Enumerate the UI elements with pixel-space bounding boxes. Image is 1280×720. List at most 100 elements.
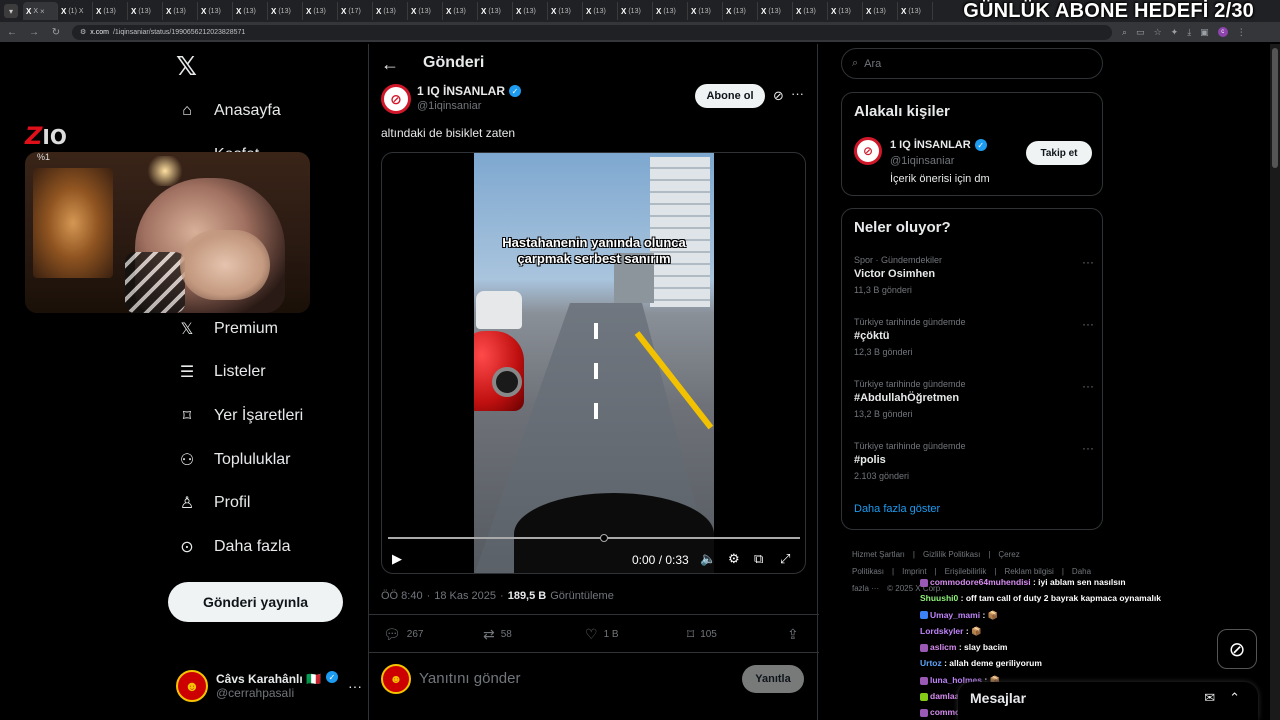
reply-action[interactable]: 💬︎ 267 xyxy=(383,626,423,643)
url-field[interactable]: ⚙ x.com/1iqinsaniar/status/1990656212023… xyxy=(72,24,1112,40)
show-more-link[interactable]: Daha fazla göster xyxy=(854,503,940,515)
browser-tab[interactable]: X (13) xyxy=(898,2,933,20)
browser-tab[interactable]: X (13) xyxy=(233,2,268,20)
browser-tab[interactable]: X (13) xyxy=(688,2,723,20)
browser-tab[interactable]: X (13) xyxy=(758,2,793,20)
page-scrollbar[interactable] xyxy=(1270,44,1280,720)
back-arrow-icon[interactable]: ← xyxy=(381,54,399,75)
star-icon[interactable]: ☆ xyxy=(1154,27,1162,38)
reload-icon[interactable]: ↻ xyxy=(50,27,62,38)
author-avatar[interactable]: ⊘ xyxy=(381,84,411,114)
repost-action[interactable]: ⇄ 58 xyxy=(483,626,512,643)
search-icon: ⌕ xyxy=(852,57,859,69)
reply-button[interactable]: Yanıtla xyxy=(742,665,804,693)
download-icon[interactable]: ⤓ xyxy=(1187,27,1191,38)
related-handle[interactable]: @1iqinsaniar xyxy=(890,155,954,167)
browser-tab[interactable]: X (13) xyxy=(828,2,863,20)
browser-tab[interactable]: X (13) xyxy=(863,2,898,20)
browser-tab[interactable]: X (13) xyxy=(93,2,128,20)
tab-groups-icon[interactable]: ▣ xyxy=(1200,27,1209,38)
browser-tab[interactable]: X (13) xyxy=(583,2,618,20)
grok-fab-icon[interactable]: ⊘ xyxy=(1217,629,1257,669)
volume-icon[interactable]: 🔈 xyxy=(700,551,716,567)
trend-item[interactable]: Türkiye tarihinde gündemde #AbdullahÖğret… xyxy=(854,379,1094,419)
nav-item[interactable]: ⌑ Yer İşaretleri xyxy=(176,404,303,428)
grok-icon[interactable]: ⊘ xyxy=(773,88,784,104)
browser-tab[interactable]: X (13) xyxy=(443,2,478,20)
nav-label: Listeler xyxy=(214,363,266,380)
nav-item[interactable]: ☰ Listeler xyxy=(176,360,266,384)
trend-more-icon[interactable]: ··· xyxy=(1082,441,1094,455)
browser-tab[interactable]: X (13) xyxy=(303,2,338,20)
reply-input[interactable]: Yanıtını gönder xyxy=(419,670,520,687)
trend-item[interactable]: Türkiye tarihinde gündemde #polis 2.103 gö… xyxy=(854,441,1094,481)
zoom-icon[interactable]: ⌕ xyxy=(1122,27,1127,38)
trend-more-icon[interactable]: ··· xyxy=(1082,255,1094,269)
browser-tab[interactable]: X (13) xyxy=(723,2,758,20)
related-avatar[interactable]: ⊘ xyxy=(854,137,882,165)
profile-avatar[interactable]: c xyxy=(1217,27,1228,37)
trend-more-icon[interactable]: ··· xyxy=(1082,379,1094,393)
video-progress-bar[interactable] xyxy=(388,537,800,539)
tab-search-icon[interactable]: ▾ xyxy=(4,4,18,18)
pip-icon[interactable]: ⧉ xyxy=(754,551,763,567)
fullscreen-icon[interactable]: ⤢ xyxy=(780,551,790,567)
browser-tab[interactable]: X X × xyxy=(23,2,58,20)
browser-tab[interactable]: X (13) xyxy=(793,2,828,20)
back-icon[interactable]: ← xyxy=(6,27,18,38)
share-action[interactable]: ⇪ xyxy=(787,626,799,643)
new-message-icon[interactable]: ✉ xyxy=(1204,690,1215,706)
browser-tab[interactable]: X (13) xyxy=(408,2,443,20)
footer-link: | xyxy=(988,550,991,559)
forward-icon[interactable]: → xyxy=(28,27,40,38)
nav-item[interactable]: ⚇ Topluluklar xyxy=(176,448,291,472)
cast-icon[interactable]: ▭ xyxy=(1136,27,1145,38)
video-player[interactable]: Hastahanenin yanında olunca çarpmak serb… xyxy=(381,152,806,574)
related-name[interactable]: 1 IQ İNSANLAR ✓ xyxy=(890,139,987,151)
browser-tab[interactable]: X (1) X xyxy=(58,2,93,20)
trend-item[interactable]: Türkiye tarihinde gündemde #çöktü 12,3 B g… xyxy=(854,317,1094,357)
bookmark-action[interactable]: ⌑ 105 xyxy=(687,626,717,643)
browser-tab[interactable]: X (13) xyxy=(268,2,303,20)
extensions-icon[interactable]: ✦ xyxy=(1171,27,1179,38)
browser-tab[interactable]: X (13) xyxy=(653,2,688,20)
x-logo-icon[interactable]: 𝕏 xyxy=(176,52,197,82)
expand-icon[interactable]: ⌃ xyxy=(1229,690,1240,706)
browser-tab[interactable]: X (13) xyxy=(198,2,233,20)
trend-more-icon[interactable]: ··· xyxy=(1082,317,1094,331)
x-favicon-icon: X xyxy=(551,6,557,16)
browser-tab[interactable]: X (13) xyxy=(163,2,198,20)
browser-tab[interactable]: X (17) xyxy=(338,2,373,20)
follow-button[interactable]: Takip et xyxy=(1026,141,1092,165)
browser-tab[interactable]: X (13) xyxy=(548,2,583,20)
browser-menu-icon[interactable]: ⋮ xyxy=(1237,27,1246,38)
account-more-icon[interactable]: ··· xyxy=(348,678,362,694)
play-icon[interactable]: ▶ xyxy=(392,551,402,567)
browser-tab[interactable]: X (13) xyxy=(513,2,548,20)
video-frame[interactable]: Hastahanenin yanında olunca çarpmak serb… xyxy=(474,153,714,573)
site-info-icon[interactable]: ⚙ xyxy=(80,28,86,36)
post-more-icon[interactable]: ··· xyxy=(791,86,804,101)
video-progress-knob[interactable] xyxy=(600,534,608,542)
nav-item[interactable]: ⌂ Anasayfa xyxy=(176,99,281,123)
post-button[interactable]: Gönderi yayınla xyxy=(168,582,343,622)
account-switcher[interactable]: ☻ Câvs Karahânlı 🇮🇹 @cerrahpasaIi ✓ ··· xyxy=(176,664,366,708)
browser-tab[interactable]: X (13) xyxy=(478,2,513,20)
trend-item[interactable]: Spor · Gündemdekiler Victor Osimhen 11,3 B… xyxy=(854,255,1094,295)
messages-drawer[interactable]: Mesajlar ✉ ⌃ xyxy=(958,682,1258,720)
nav-item[interactable]: ♙ Profil xyxy=(176,491,251,515)
settings-icon[interactable]: ⚙ xyxy=(728,551,740,567)
like-action[interactable]: ♡ 1 B xyxy=(585,626,619,643)
browser-tab[interactable]: X (13) xyxy=(618,2,653,20)
author-name[interactable]: 1 IQ İNSANLAR ✓ xyxy=(417,84,522,98)
search-input[interactable]: ⌕ Ara xyxy=(841,48,1103,79)
footer-link[interactable]: Gizlilik Politikası xyxy=(923,550,980,559)
browser-tab[interactable]: X (13) xyxy=(128,2,163,20)
author-handle[interactable]: @1iqinsaniar xyxy=(417,100,481,112)
subscribe-button[interactable]: Abone ol xyxy=(695,84,765,108)
nav-item[interactable]: 𝕏 Premium xyxy=(176,317,278,341)
browser-tab[interactable]: X (13) xyxy=(373,2,408,20)
nav-item[interactable]: ⊙ Daha fazla xyxy=(176,535,290,559)
footer-link[interactable]: Hizmet Şartları xyxy=(852,550,905,559)
tab-close-icon[interactable]: × xyxy=(40,7,45,16)
